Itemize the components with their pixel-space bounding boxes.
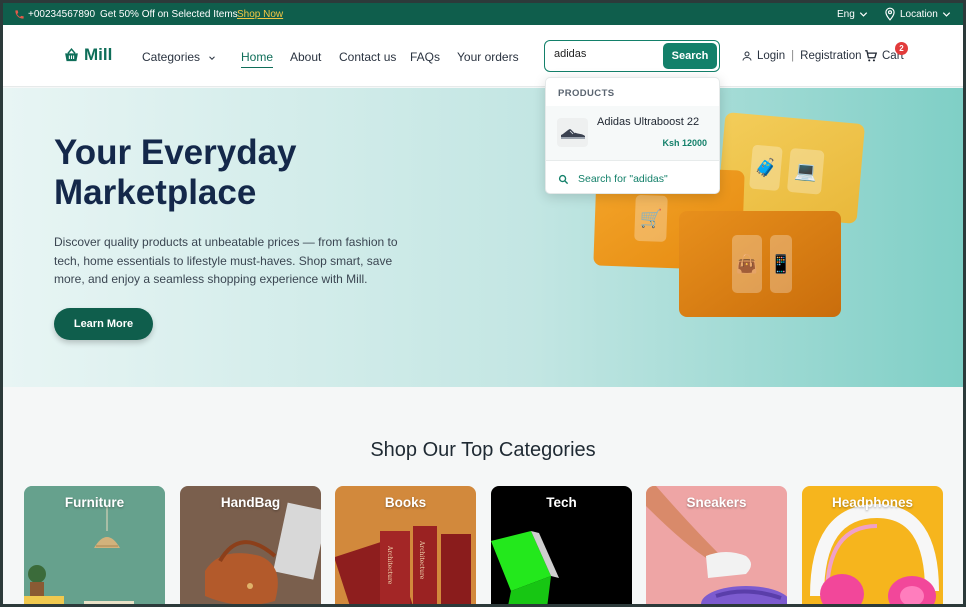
category-label: Furniture	[64, 495, 125, 510]
shop-now-link[interactable]: Shop Now	[237, 9, 283, 20]
cart-count-badge: 2	[895, 42, 908, 55]
chevron-down-icon	[942, 11, 950, 17]
category-card-sneakers[interactable]: Sneakers	[646, 486, 787, 604]
sneaker-icon	[560, 128, 585, 139]
logo[interactable]: Mill	[63, 45, 112, 65]
category-label: Headphones	[831, 495, 913, 510]
location-select[interactable]: Location	[883, 7, 952, 21]
phone-contact[interactable]: +00234567890	[14, 9, 95, 20]
nav-your-orders[interactable]: Your orders	[457, 50, 519, 64]
hero-banner: Your Everyday Marketplace Discover quali…	[3, 88, 963, 387]
category-card-headphones[interactable]: Headphones	[802, 486, 943, 604]
browser-page: +00234567890 Get 50% Off on Selected Ite…	[3, 3, 963, 604]
search-box: Search	[544, 40, 720, 72]
search-input[interactable]	[554, 48, 659, 60]
search-icon	[558, 174, 569, 184]
category-label: Tech	[546, 495, 577, 510]
search-suggestions-dropdown: PRODUCTS Adidas Ultraboost 22 Ksh 12000 …	[545, 77, 720, 194]
user-icon	[742, 51, 752, 61]
product-price: Ksh 12000	[662, 138, 707, 148]
promo-text: Get 50% Off on Selected Items	[100, 8, 238, 20]
search-for-label: Search for "adidas"	[578, 173, 668, 185]
promo-bar: +00234567890 Get 50% Off on Selected Ite…	[3, 3, 963, 25]
luggage-icon: 🧳	[749, 144, 783, 192]
learn-more-button[interactable]: Learn More	[54, 308, 153, 340]
shopping-cart-icon: 🛒	[634, 194, 668, 242]
language-label: Eng	[837, 8, 855, 20]
hero-title: Your Everyday Marketplace	[54, 133, 297, 212]
search-button[interactable]: Search	[663, 43, 717, 69]
divider	[546, 160, 719, 161]
nav-faqs[interactable]: FAQs	[410, 50, 440, 64]
suggestions-heading: PRODUCTS	[558, 88, 615, 99]
nav-categories-label: Categories	[142, 50, 201, 64]
svg-text:Architecture: Architecture	[386, 545, 393, 585]
svg-text:Architecture: Architecture	[418, 540, 425, 580]
section-title: Shop Our Top Categories	[370, 439, 596, 461]
divider: |	[791, 50, 795, 62]
basket-icon	[65, 47, 78, 61]
logo-text: Mill	[84, 45, 113, 64]
login-link[interactable]: Login	[757, 50, 785, 62]
nav-home[interactable]: Home	[241, 50, 274, 68]
smartphone-icon: 📱	[770, 235, 792, 293]
chevron-down-icon	[859, 11, 867, 17]
location-label: Location	[900, 8, 938, 20]
category-label: Sneakers	[686, 495, 747, 510]
category-card-books[interactable]: Architecture Architecture Books	[335, 486, 476, 604]
category-card-handbag[interactable]: HandBag	[180, 486, 321, 604]
chevron-down-icon	[209, 56, 216, 60]
handbag-icon: 👜	[732, 235, 762, 293]
top-categories-section: Shop Our Top Categories Furniture HandBa…	[3, 387, 963, 604]
category-label: HandBag	[220, 495, 281, 510]
hero-description: Discover quality products at unbeatable …	[54, 235, 398, 286]
location-pin-icon	[885, 7, 895, 21]
main-header: Mill Categories Home About Contact us FA…	[3, 25, 963, 87]
nav-categories[interactable]: Categories	[142, 50, 217, 64]
nav-contact[interactable]: Contact us	[339, 50, 396, 64]
category-label: Books	[384, 495, 427, 510]
search-for-all-link[interactable]: Search for "adidas"	[558, 173, 668, 185]
product-name: Adidas Ultraboost 22	[597, 116, 700, 128]
language-select[interactable]: Eng	[837, 9, 869, 20]
phone-number: +00234567890	[28, 8, 96, 20]
suggestion-item[interactable]: Adidas Ultraboost 22 Ksh 12000	[546, 106, 719, 160]
phone-icon	[15, 9, 24, 19]
nav-about[interactable]: About	[290, 50, 321, 64]
category-card-tech[interactable]: Tech	[491, 486, 632, 604]
product-thumbnail	[557, 118, 588, 147]
hero-illustration-folder: 👜 📱	[679, 211, 841, 317]
laptop-icon: 💻	[786, 147, 825, 195]
registration-link[interactable]: Registration	[800, 50, 861, 62]
account-links: Login | Registration	[741, 50, 862, 62]
category-card-furniture[interactable]: Furniture	[24, 486, 165, 604]
cart-icon	[865, 50, 878, 62]
